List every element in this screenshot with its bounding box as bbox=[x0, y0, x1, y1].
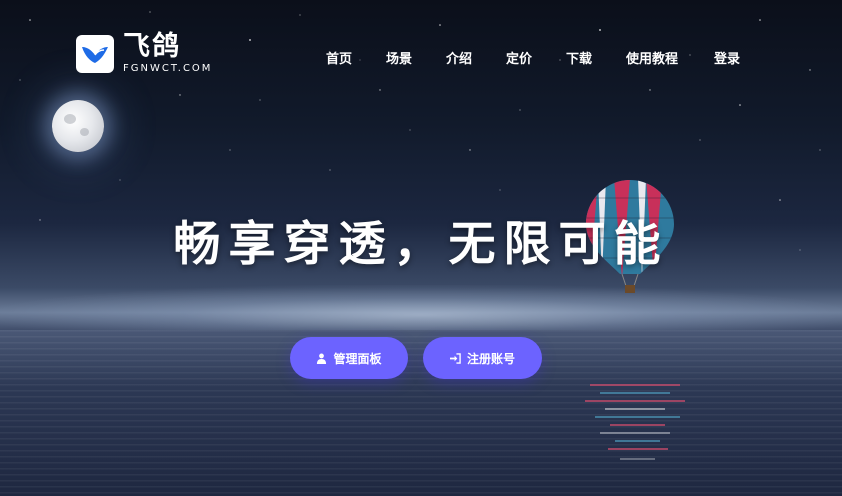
nav-item-intro[interactable]: 介绍 bbox=[446, 48, 472, 67]
nav-item-scenarios[interactable]: 场景 bbox=[386, 48, 412, 67]
register-button[interactable]: 注册账号 bbox=[423, 337, 542, 379]
nav-item-pricing[interactable]: 定价 bbox=[506, 48, 532, 67]
landing-page: 飞鸽 FGNWCT.COM 首页 场景 介绍 定价 下载 使用教程 登录 畅享穿… bbox=[0, 0, 842, 496]
admin-panel-label: 管理面板 bbox=[333, 351, 382, 366]
nav-item-tutorial[interactable]: 使用教程 bbox=[626, 48, 678, 67]
admin-panel-button[interactable]: 管理面板 bbox=[290, 337, 408, 379]
water-surface bbox=[0, 330, 842, 496]
sign-in-icon bbox=[449, 352, 461, 364]
nav-item-download[interactable]: 下载 bbox=[566, 48, 592, 67]
nav-item-home[interactable]: 首页 bbox=[326, 48, 352, 67]
hero-title: 畅享穿透，无限可能 bbox=[173, 217, 669, 272]
nav-item-login[interactable]: 登录 bbox=[714, 48, 740, 67]
user-icon bbox=[317, 353, 327, 364]
register-label: 注册账号 bbox=[466, 351, 515, 366]
balloon-reflection bbox=[585, 384, 685, 460]
top-navigation: 首页 场景 介绍 定价 下载 使用教程 登录 bbox=[0, 48, 842, 68]
moon-image bbox=[52, 100, 104, 152]
